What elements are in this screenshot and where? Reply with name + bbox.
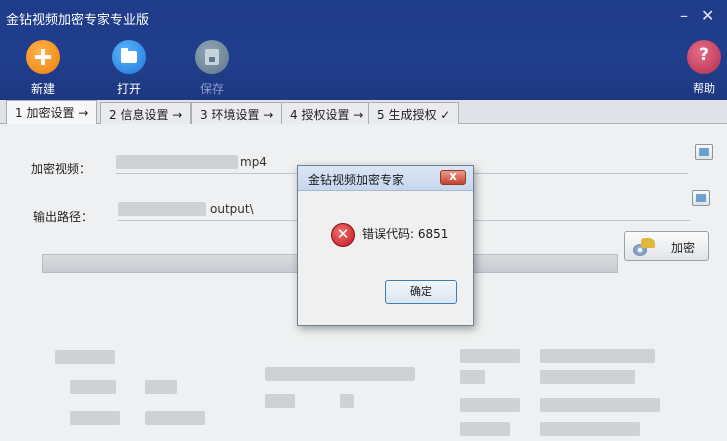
- error-message: 错误代码: 6851: [362, 227, 449, 241]
- redacted-text: [145, 411, 205, 425]
- app-window: 金钻视频加密专家专业版 – ✕ 新建 打开 保存 ? 帮助 1 加密设置 → 2…: [0, 0, 727, 441]
- browse-output-button[interactable]: [692, 190, 710, 206]
- redacted-text: [460, 398, 520, 412]
- video-path-redacted: [116, 155, 238, 169]
- dialog-close-button[interactable]: x: [440, 169, 466, 185]
- tab-environment-settings[interactable]: 3 环境设置 →: [191, 102, 283, 124]
- browse-folder-icon: [696, 194, 706, 202]
- window-close-icon[interactable]: ✕: [701, 6, 714, 25]
- help-button-label: 帮助: [693, 82, 715, 95]
- new-button[interactable]: 新建: [13, 40, 73, 97]
- redacted-text: [540, 349, 655, 363]
- tab-generate-license[interactable]: 5 生成授权 ✓: [368, 102, 460, 124]
- error-dialog: 金钻视频加密专家 x ✕ 错误代码: 6851 确定: [297, 165, 474, 326]
- video-path-text: mp4: [240, 155, 267, 169]
- encrypt-disc-icon: [633, 238, 655, 256]
- redacted-text: [460, 422, 510, 436]
- save-button-label: 保存: [199, 82, 224, 96]
- app-header: 金钻视频加密专家专业版 – ✕ 新建 打开 保存 ? 帮助: [0, 0, 727, 100]
- redacted-text: [460, 349, 520, 363]
- redacted-text: [460, 370, 485, 384]
- window-minimize-icon[interactable]: –: [680, 6, 688, 25]
- floppy-icon: [195, 40, 229, 74]
- tab-license-settings[interactable]: 4 授权设置 →: [281, 102, 373, 124]
- question-icon: ?: [687, 40, 721, 74]
- dialog-title: 金钻视频加密专家: [308, 173, 405, 187]
- save-button[interactable]: 保存: [182, 40, 242, 97]
- encrypt-button[interactable]: 加密: [624, 231, 709, 261]
- folder-icon: [112, 40, 146, 74]
- step-tabs: 1 加密设置 → 2 信息设置 → 3 环境设置 → 4 授权设置 → 5 生成…: [0, 100, 727, 125]
- output-path-redacted: [118, 202, 206, 216]
- tab-encrypt-settings[interactable]: 1 加密设置 →: [6, 100, 98, 125]
- redacted-text: [55, 350, 115, 364]
- redacted-text: [265, 394, 295, 408]
- redacted-text: [145, 380, 177, 394]
- browse-folder-icon: [699, 148, 709, 156]
- tab-info-settings[interactable]: 2 信息设置 →: [100, 102, 192, 124]
- ok-button[interactable]: 确定: [385, 280, 457, 304]
- error-x-icon: ✕: [331, 223, 355, 247]
- redacted-text: [70, 380, 116, 394]
- dialog-title-bar[interactable]: 金钻视频加密专家 x: [298, 166, 473, 191]
- plus-icon: [26, 40, 60, 74]
- open-button-label: 打开: [116, 82, 141, 96]
- close-icon: x: [449, 169, 457, 183]
- output-label: 输出路径：: [33, 210, 94, 224]
- help-button[interactable]: ? 帮助: [673, 40, 727, 96]
- redacted-text: [70, 411, 120, 425]
- new-button-label: 新建: [30, 82, 55, 96]
- browse-video-button[interactable]: [695, 144, 713, 160]
- open-button[interactable]: 打开: [99, 40, 159, 97]
- encrypt-button-label: 加密: [671, 241, 696, 255]
- redacted-text: [265, 367, 415, 381]
- app-title: 金钻视频加密专家专业版: [6, 13, 150, 28]
- redacted-text: [340, 394, 354, 408]
- video-label: 加密视频：: [31, 162, 92, 176]
- redacted-text: [540, 370, 635, 384]
- redacted-text: [540, 422, 640, 436]
- redacted-text: [540, 398, 660, 412]
- output-path-text: output\: [210, 202, 254, 216]
